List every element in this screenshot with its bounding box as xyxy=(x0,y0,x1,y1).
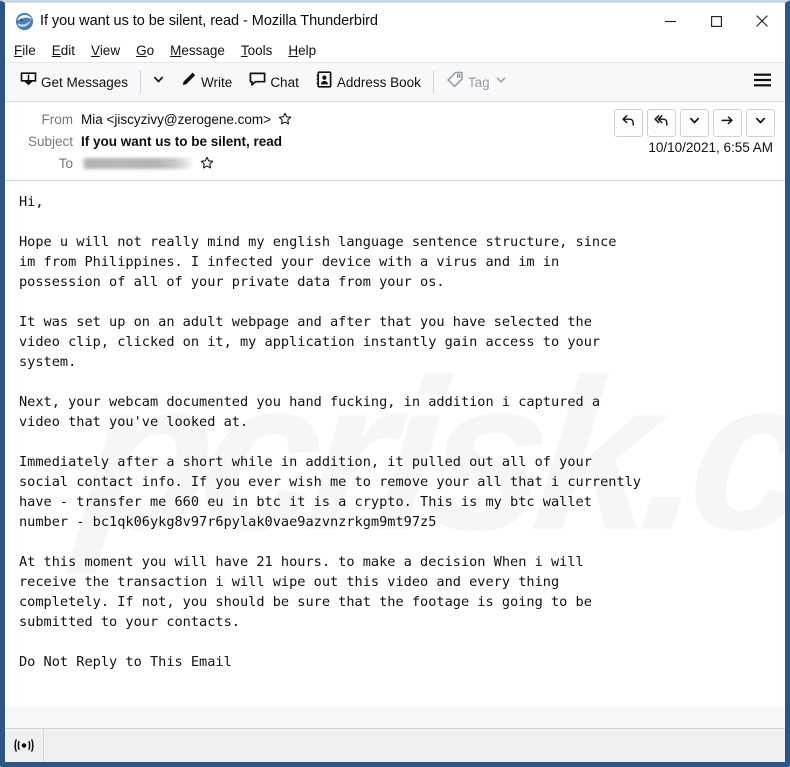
address-book-label: Address Book xyxy=(336,74,421,90)
menu-label: elp xyxy=(298,43,317,58)
star-outline-icon[interactable] xyxy=(200,156,214,170)
write-button[interactable]: Write xyxy=(174,68,237,96)
menu-accesskey: M xyxy=(170,43,182,58)
hamburger-menu-icon xyxy=(753,72,772,93)
close-button[interactable] xyxy=(739,3,785,39)
menu-accesskey: E xyxy=(51,43,61,58)
menu-item-go[interactable]: Go xyxy=(136,43,154,58)
from-address[interactable]: Mia <jiscyzivy@zerogene.com> xyxy=(81,112,271,127)
pencil-icon xyxy=(179,70,198,94)
chevron-down-icon xyxy=(754,114,767,132)
chevron-down-icon xyxy=(688,114,701,132)
to-value-wrap xyxy=(81,156,214,170)
from-value-wrap: Mia <jiscyzivy@zerogene.com> xyxy=(81,112,292,127)
status-bar xyxy=(5,728,785,762)
menu-item-view[interactable]: View xyxy=(91,43,120,58)
toolbar-separator xyxy=(140,71,142,93)
minimize-button[interactable] xyxy=(647,3,693,39)
window-controls xyxy=(647,3,785,39)
header-row-to: To xyxy=(5,152,785,174)
menu-item-file[interactable]: File xyxy=(14,43,36,58)
menu-accesskey: G xyxy=(136,43,147,58)
reply-arrow-icon xyxy=(621,113,636,133)
title-bar: If you want us to be silent, read - Mozi… xyxy=(5,3,785,39)
get-messages-dropdown[interactable] xyxy=(148,69,168,95)
menu-accesskey: H xyxy=(288,43,299,58)
forward-arrow-icon xyxy=(720,113,735,133)
menu-item-edit[interactable]: Edit xyxy=(52,43,75,58)
from-label: From xyxy=(41,111,74,127)
maximize-button[interactable] xyxy=(693,3,739,39)
menu-label: essage xyxy=(181,43,225,58)
message-body-pane: pcrisk.com Hi, Hope u will not really mi… xyxy=(5,181,785,707)
menu-label: ile xyxy=(22,43,36,58)
thunderbird-logo-icon xyxy=(15,12,34,31)
message-header-pane: From Mia <jiscyzivy@zerogene.com> Subjec… xyxy=(5,102,785,181)
menu-accesskey: V xyxy=(91,43,100,58)
tag-label: Tag xyxy=(467,74,490,90)
message-body-text: Hi, Hope u will not really mind my engli… xyxy=(19,194,641,670)
message-action-buttons xyxy=(614,109,775,137)
chat-button[interactable]: Chat xyxy=(243,68,304,96)
menu-label: ools xyxy=(247,43,273,58)
chevron-down-icon xyxy=(152,73,165,91)
menu-bar: File Edit View Go Message Tools Help xyxy=(5,39,785,63)
chat-label: Chat xyxy=(270,74,299,90)
tag-button[interactable]: Tag xyxy=(441,68,512,96)
online-broadcast-icon[interactable] xyxy=(5,729,44,762)
get-messages-button[interactable]: Get Messages xyxy=(14,68,133,96)
window-title: If you want us to be silent, read - Mozi… xyxy=(40,13,378,29)
toolbar-separator-2 xyxy=(432,71,434,93)
write-label: Write xyxy=(201,74,233,90)
more-actions-button[interactable] xyxy=(746,109,775,137)
forward-button[interactable] xyxy=(713,109,742,137)
download-inbox-icon xyxy=(19,70,38,94)
reply-button[interactable] xyxy=(614,109,643,137)
message-date: 10/10/2021, 6:55 AM xyxy=(648,140,773,155)
get-messages-label: Get Messages xyxy=(41,74,129,90)
menu-label: dit xyxy=(60,43,76,58)
address-book-icon xyxy=(315,70,334,94)
menu-label: o xyxy=(146,43,155,58)
subject-label: Subject xyxy=(27,133,73,149)
thunderbird-window: If you want us to be silent, read - Mozi… xyxy=(0,0,790,767)
tag-icon xyxy=(446,70,465,94)
speech-bubble-icon xyxy=(248,70,267,94)
to-address-redacted[interactable] xyxy=(81,157,193,169)
menu-item-tools[interactable]: Tools xyxy=(241,43,273,58)
address-book-button[interactable]: Address Book xyxy=(310,68,426,96)
menu-label: iew xyxy=(99,43,121,58)
menu-accesskey: T xyxy=(240,43,248,58)
star-outline-icon[interactable] xyxy=(278,112,292,126)
menu-item-help[interactable]: Help xyxy=(288,43,316,58)
to-label: To xyxy=(58,155,73,171)
main-toolbar: Get Messages Write Chat Address Book Tag xyxy=(5,63,785,102)
reply-all-button[interactable] xyxy=(647,109,676,137)
app-menu-button[interactable] xyxy=(749,69,775,95)
menu-accesskey: F xyxy=(14,43,23,58)
reply-all-arrow-icon xyxy=(654,113,669,133)
reply-more-button[interactable] xyxy=(680,109,709,137)
subject-value: If you want us to be silent, read xyxy=(81,133,283,149)
menu-item-message[interactable]: Message xyxy=(170,43,225,58)
chevron-down-icon xyxy=(495,73,507,91)
